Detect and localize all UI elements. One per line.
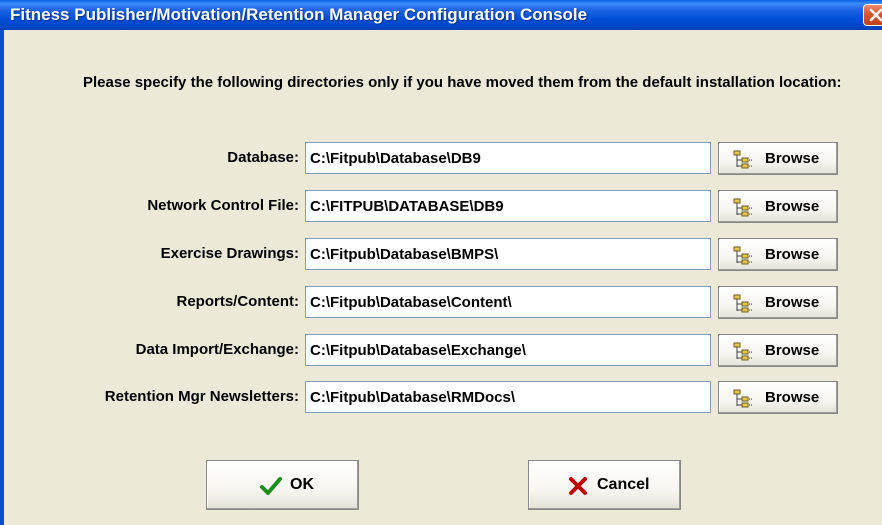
folder-tree-icon xyxy=(733,342,753,361)
config-dialog: Fitness Publisher/Motivation/Retention M… xyxy=(0,0,882,525)
ok-button[interactable]: OK xyxy=(206,460,359,510)
cancel-button[interactable]: Cancel xyxy=(528,460,681,510)
close-icon xyxy=(869,8,882,22)
folder-tree-icon xyxy=(733,246,753,265)
field-row-data-import-exchange: Data Import/Exchange: Browse xyxy=(0,334,882,367)
window-frame-left xyxy=(0,30,4,525)
network-control-file-path-input[interactable] xyxy=(305,190,711,222)
browse-label: Browse xyxy=(765,150,820,167)
data-import-exchange-path-input[interactable] xyxy=(305,334,711,366)
field-row-reports-content: Reports/Content: Browse xyxy=(0,286,882,319)
checkmark-icon xyxy=(260,477,282,495)
network-control-file-browse-button[interactable]: Browse xyxy=(718,190,838,223)
field-row-network-control-file: Network Control File: Browse xyxy=(0,190,882,223)
browse-label: Browse xyxy=(765,198,820,215)
exercise-drawings-path-input[interactable] xyxy=(305,238,711,270)
folder-tree-icon xyxy=(733,294,753,313)
browse-label: Browse xyxy=(765,342,820,359)
retention-mgr-newsletters-path-input[interactable] xyxy=(305,381,711,413)
database-browse-button[interactable]: Browse xyxy=(718,142,838,175)
title-bar[interactable]: Fitness Publisher/Motivation/Retention M… xyxy=(0,0,882,30)
reports-content-label: Reports/Content: xyxy=(176,293,300,310)
close-button[interactable] xyxy=(863,4,882,26)
ok-label: OK xyxy=(290,476,314,493)
window-title: Fitness Publisher/Motivation/Retention M… xyxy=(10,5,588,24)
field-row-retention-mgr-newsletters: Retention Mgr Newsletters: Browse xyxy=(0,381,882,414)
folder-tree-icon xyxy=(733,150,753,169)
reports-content-browse-button[interactable]: Browse xyxy=(718,286,838,319)
data-import-exchange-browse-button[interactable]: Browse xyxy=(718,334,838,367)
folder-tree-icon xyxy=(733,389,753,408)
database-path-input[interactable] xyxy=(305,142,711,174)
field-row-database: Database: Browse xyxy=(0,142,882,175)
retention-mgr-newsletters-label: Retention Mgr Newsletters: xyxy=(104,388,299,405)
folder-tree-icon xyxy=(733,198,753,217)
reports-content-path-input[interactable] xyxy=(305,286,711,318)
browse-label: Browse xyxy=(765,294,820,311)
exercise-drawings-browse-button[interactable]: Browse xyxy=(718,238,838,271)
x-mark-icon xyxy=(569,477,587,495)
instructions-text: Please specify the following directories… xyxy=(83,74,842,91)
network-control-file-label: Network Control File: xyxy=(147,197,299,214)
cancel-label: Cancel xyxy=(597,476,650,493)
browse-label: Browse xyxy=(765,389,820,406)
database-label: Database: xyxy=(227,149,299,166)
exercise-drawings-label: Exercise Drawings: xyxy=(160,245,299,262)
browse-label: Browse xyxy=(765,246,820,263)
field-row-exercise-drawings: Exercise Drawings: Browse xyxy=(0,238,882,271)
retention-mgr-newsletters-browse-button[interactable]: Browse xyxy=(718,381,838,414)
data-import-exchange-label: Data Import/Exchange: xyxy=(135,341,299,358)
